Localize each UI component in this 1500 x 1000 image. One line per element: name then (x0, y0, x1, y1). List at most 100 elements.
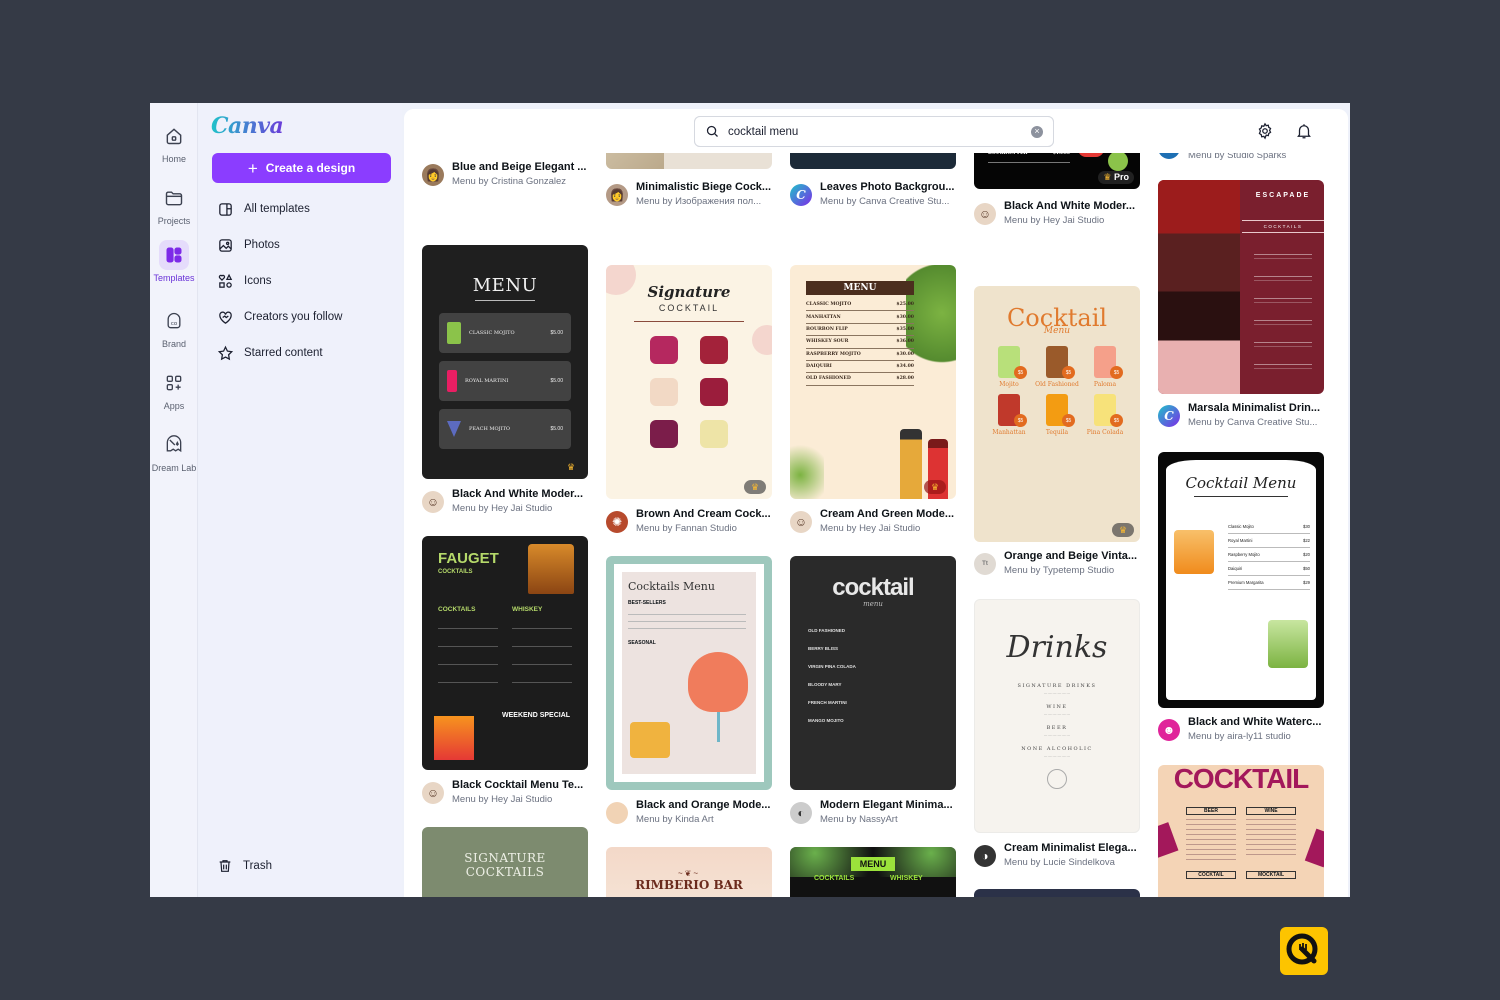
template-thumbnail[interactable]: Drinks SIGNATURE DRINKS ················… (974, 599, 1140, 833)
menu-line-item: Premium Margarita $29 (1228, 576, 1310, 590)
creator-avatar[interactable]: ☻ (1158, 719, 1180, 741)
template-thumbnail[interactable]: cocktail menu OLD FASHIONED BERRY BLISS VI… (790, 556, 956, 790)
template-thumbnail[interactable]: Cocktail Menu Classic Mojito $30 Royal Mar… (1158, 452, 1324, 708)
nav-item-icons[interactable]: Icons (217, 263, 397, 299)
plus-icon: + (247, 158, 258, 178)
premium-crown-icon: ♛ (744, 480, 766, 494)
template-thumbnail[interactable]: ESCAPADE COCKTAILS (1158, 180, 1324, 394)
template-author[interactable]: Menu by NassyArt (820, 814, 953, 825)
creator-avatar[interactable]: ◐ (790, 802, 812, 824)
template-title[interactable]: Leaves Photo Backgrou... (820, 181, 954, 193)
cocktail-image (434, 716, 474, 760)
template-title[interactable]: Black and Orange Mode... (636, 799, 770, 811)
menu-line-item: FRENCH MARTINI (808, 700, 847, 705)
creator-avatar[interactable]: ☺ (422, 491, 444, 513)
template-title[interactable]: Cream And Green Mode... (820, 508, 954, 520)
template-author[interactable]: Menu by aira-ly11 studio (1188, 731, 1321, 742)
template-title[interactable]: Black Cocktail Menu Te... (452, 779, 583, 791)
creator-avatar[interactable]: C (1158, 405, 1180, 427)
settings-icon[interactable] (1256, 122, 1276, 142)
menu-line-item: OLD FASHIONED (808, 628, 846, 633)
app-badge-icon (1280, 927, 1328, 975)
template-title[interactable]: Marsala Minimalist Drin... (1188, 402, 1320, 414)
menu-line-item: Royal Martini $22 (1228, 534, 1310, 548)
template-title[interactable]: Orange and Beige Vinta... (1004, 550, 1137, 562)
template-title[interactable]: Minimalistic Biege Cock... (636, 181, 771, 193)
canva-logo[interactable]: Canva (211, 113, 284, 139)
creator-avatar[interactable]: 👩 (422, 164, 444, 186)
creator-avatar[interactable] (606, 802, 628, 824)
creator-avatar[interactable]: ☺ (974, 203, 996, 225)
template-author[interactable]: Menu by Canva Creative Stu... (1188, 417, 1320, 428)
template-thumbnail[interactable]: Cocktail Menu $5 Mojito $5 Old Fashioned $5 P… (974, 286, 1140, 542)
creator-avatar[interactable]: C (790, 184, 812, 206)
nav-item-photos[interactable]: Photos (217, 227, 397, 263)
creator-avatar[interactable]: ☺ (422, 782, 444, 804)
dream-lab-icon (159, 430, 189, 460)
creator-avatar[interactable]: ◑ (974, 845, 996, 867)
drink-image (700, 336, 728, 364)
menu-line-item: BLOODY MARY (808, 682, 842, 687)
nav-item-trash[interactable]: Trash (217, 858, 272, 874)
template-author[interactable]: Menu by Hey Jai Studio (1004, 215, 1135, 226)
create-design-button[interactable]: + Create a design (212, 153, 391, 183)
menu-line-item: VIRGIN PINA COLADA (808, 664, 856, 669)
template-title[interactable]: Blue and Beige Elegant ... (452, 161, 586, 173)
template-thumbnail[interactable]: MENU CLASSIC MOJITO $25.00 MANHATTAN $30.00… (790, 265, 956, 499)
template-thumbnail[interactable]: FAUGET COCKTAILS COCKTAILS WHISKEY WEEKE… (422, 536, 588, 770)
nav-item-creators[interactable]: Creators you follow (217, 299, 397, 335)
creator-avatar[interactable]: Tt (974, 553, 996, 575)
template-author[interactable]: Menu by Hey Jai Studio (820, 523, 954, 534)
menu-line-item: Daiquiri $50 (1228, 562, 1310, 576)
template-author[interactable]: Menu by Typetemp Studio (1004, 565, 1137, 576)
template-author[interactable]: Menu by Hey Jai Studio (452, 503, 583, 514)
lime-image (1108, 151, 1128, 171)
menu-line-item: MANGO MOJITO (808, 718, 844, 723)
cocktail-illustration (1158, 822, 1179, 858)
folder-icon (159, 183, 189, 213)
creator-avatar[interactable]: ✺ (606, 511, 628, 533)
template-thumbnail[interactable]: Cocktails Menu BEST-SELLERS SEASONAL (606, 556, 772, 790)
nav-item-all-templates[interactable]: All templates (217, 191, 397, 227)
rail-item-apps[interactable]: Apps (150, 368, 198, 411)
template-author[interactable]: Menu by Hey Jai Studio (452, 794, 583, 805)
rail-item-home[interactable]: Home (150, 121, 198, 164)
template-author[interactable]: Menu by Kinda Art (636, 814, 770, 825)
template-title[interactable]: Brown And Cream Cock... (636, 508, 771, 520)
template-thumbnail[interactable]: Signature COCKTAIL ♛ (606, 265, 772, 499)
rail-item-dream-lab[interactable]: Dream Lab (150, 430, 198, 473)
template-thumbnail[interactable]: COCKTAIL BEER WINE COCKTAIL MOCKTAIL (1158, 765, 1324, 897)
template-author[interactable]: Menu by Cristina Gonzalez (452, 176, 586, 187)
price-badge: $5 (1014, 366, 1027, 379)
template-author[interactable]: Menu by Изображения пол... (636, 196, 771, 207)
template-title[interactable]: Modern Elegant Minima... (820, 799, 953, 811)
search-input[interactable] (728, 125, 1023, 138)
all-templates-icon (219, 202, 232, 216)
template-thumbnail[interactable] (974, 889, 1140, 897)
template-title[interactable]: Black and White Waterc... (1188, 716, 1321, 728)
template-title[interactable]: Black And White Moder... (452, 488, 583, 500)
search-bar[interactable]: × (694, 116, 1054, 147)
rail-item-projects[interactable]: Projects (150, 183, 198, 226)
creator-avatar[interactable]: ☺ (790, 511, 812, 533)
rail-item-templates[interactable]: Templates (150, 240, 198, 283)
template-title[interactable]: Black And White Moder... (1004, 200, 1135, 212)
creator-avatar[interactable]: 👩 (606, 184, 628, 206)
nav-item-starred[interactable]: Starred content (217, 335, 397, 371)
template-author[interactable]: Menu by Lucie Sindelkova (1004, 857, 1137, 868)
template-thumbnail[interactable]: MENU COCKTAILS WHISKEY (790, 847, 956, 897)
rail-item-brand[interactable]: co Brand (150, 306, 198, 349)
template-title[interactable]: Cream Minimalist Elega... (1004, 842, 1137, 854)
template-thumbnail[interactable]: SIGNATURE COCKTAILS (422, 827, 588, 897)
template-thumbnail[interactable]: MENU CLASSIC MOJITO $5.00 ROYAL MARTINI … (422, 245, 588, 479)
drink-item: $5 Manhattan (987, 394, 1031, 436)
orange-cocktail-image (1174, 530, 1214, 574)
notifications-bell-icon[interactable] (1295, 122, 1315, 142)
side-nav: All templates Photos Icons Creators you … (217, 191, 397, 371)
drink-image (700, 420, 728, 448)
template-author[interactable]: Menu by Fannan Studio (636, 523, 771, 534)
template-thumbnail[interactable]: ~❦~ RIMBERIO BAR (606, 847, 772, 897)
clear-search-icon[interactable]: × (1031, 125, 1043, 138)
template-author[interactable]: Menu by Canva Creative Stu... (820, 196, 954, 207)
price-badge: $5 (1062, 366, 1075, 379)
